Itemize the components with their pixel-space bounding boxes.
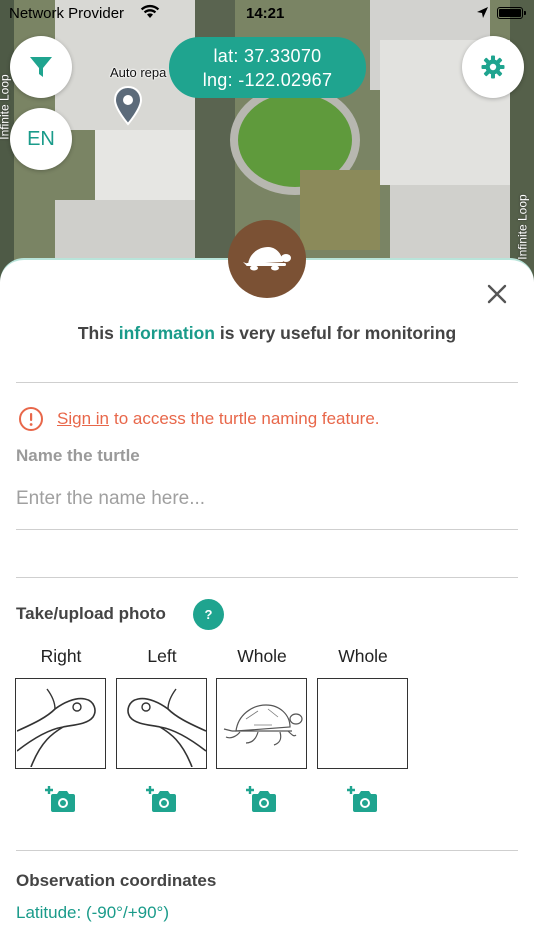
clock: 14:21 <box>246 5 285 22</box>
gear-icon <box>481 55 505 79</box>
photo-placeholder[interactable] <box>317 678 408 769</box>
turtle-badge <box>228 220 306 298</box>
divider <box>16 382 518 383</box>
signin-notice: Sign in to access the turtle naming feat… <box>18 406 380 432</box>
divider <box>16 850 518 851</box>
info-icon <box>19 407 43 431</box>
map-place-label: Auto repa <box>110 65 167 80</box>
photo-slot-right: Right <box>15 645 107 814</box>
carrier-name: Network Provider <box>9 5 125 22</box>
filter-icon <box>30 57 52 77</box>
location-arrow-icon <box>477 7 488 18</box>
photo-slot-whole-2: Whole <box>317 645 409 814</box>
add-photo-icon[interactable] <box>246 786 278 814</box>
name-label: Name the turtle <box>16 446 140 465</box>
add-photo-icon[interactable] <box>146 786 178 814</box>
photo-slot-left: Left <box>116 645 208 814</box>
turtle-right-head-icon[interactable] <box>15 678 106 769</box>
photo-caption: Whole <box>338 646 388 666</box>
intro-highlight: information <box>118 323 215 343</box>
coordinates-label: Observation coordinates <box>16 871 217 890</box>
photo-label: Take/upload photo <box>16 604 166 623</box>
signin-message: to access the turtle naming feature. <box>113 409 380 428</box>
help-button[interactable]: ? <box>193 599 224 630</box>
name-input-underline <box>16 529 518 530</box>
add-photo-icon[interactable] <box>347 786 379 814</box>
photo-caption: Right <box>40 646 82 666</box>
photo-slot-whole: Whole <box>216 645 308 814</box>
filter-button[interactable] <box>10 36 72 98</box>
battery-icon <box>497 7 526 19</box>
latitude-label: Latitude: (-90°/+90°) <box>16 903 169 922</box>
signin-link[interactable]: Sign in <box>57 409 109 429</box>
longitude-readout: lng: -122.02967 <box>202 70 333 90</box>
divider <box>16 577 518 578</box>
language-button[interactable]: EN <box>10 108 72 170</box>
intro-text: This information is very useful for moni… <box>77 323 457 343</box>
photo-caption: Left <box>147 646 177 666</box>
latitude-readout: lat: 37.33070 <box>213 46 322 66</box>
turtle-whole-icon[interactable] <box>216 678 307 769</box>
photo-caption: Whole <box>237 646 287 666</box>
map-pin-icon[interactable] <box>113 86 143 126</box>
wifi-icon <box>140 4 160 18</box>
settings-button[interactable] <box>462 36 524 98</box>
road-label-right: Infinite Loop <box>515 194 530 260</box>
coordinates-pill: lat: 37.33070 lng: -122.02967 <box>169 37 366 98</box>
turtle-name-input[interactable] <box>16 484 518 514</box>
turtle-icon <box>243 247 291 271</box>
close-icon[interactable] <box>486 283 508 305</box>
turtle-left-head-icon[interactable] <box>116 678 207 769</box>
status-bar: Network Provider 14:21 <box>0 0 534 28</box>
add-photo-icon[interactable] <box>45 786 77 814</box>
road-label-left: Infinite Loop <box>0 74 12 140</box>
